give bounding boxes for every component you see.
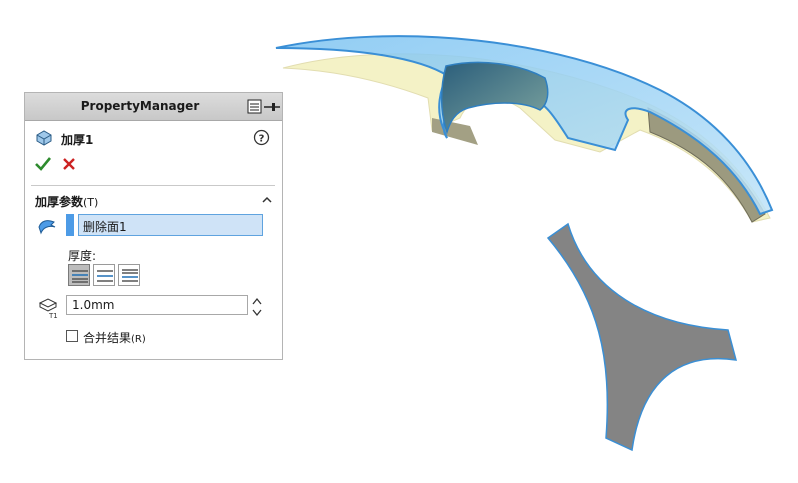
deleted-face-region [440, 61, 549, 135]
both-sides-icon [97, 270, 113, 282]
cancel-button[interactable] [60, 155, 78, 173]
merge-result-checkbox[interactable] [66, 330, 78, 342]
face-color-swatch [66, 214, 74, 236]
svg-text:?: ? [259, 134, 265, 145]
up-down-arrows-icon[interactable] [251, 295, 263, 319]
panel-titlebar: PropertyManager [25, 93, 282, 121]
feature-header: 加厚1 ? [35, 129, 275, 149]
chevron-up-icon[interactable] [261, 194, 273, 206]
merge-result-label: 合并结果(R) [83, 331, 146, 345]
face-list-item[interactable]: 删除面1 [83, 218, 127, 235]
thickened-surface-preview[interactable] [275, 35, 774, 223]
pin-icon[interactable] [247, 99, 281, 115]
thicken-inner-band [432, 118, 478, 145]
panel-title: PropertyManager [80, 99, 200, 113]
svg-text:T1: T1 [48, 312, 58, 319]
checkmark-icon [35, 157, 52, 171]
thicken-feature-icon [35, 129, 53, 147]
side-2-icon [122, 269, 138, 282]
property-manager-panel: PropertyManager 加厚1 ? 加厚参数(T) 删除面1 厚度: T… [24, 92, 283, 360]
x-icon [63, 158, 75, 170]
thickness-label: 厚度: [68, 249, 97, 263]
thickness-t1-icon: T1 [37, 297, 59, 320]
group-title: 加厚参数(T) [35, 195, 99, 209]
thicken-side-1-button[interactable] [68, 264, 90, 286]
feature-name: 加厚1 [61, 133, 94, 147]
thickness-input[interactable] [66, 295, 248, 315]
section-divider [31, 185, 275, 186]
deleted-face-body[interactable] [546, 222, 738, 452]
thicken-params-group-header[interactable]: 加厚参数(T) [35, 192, 275, 210]
help-icon[interactable]: ? [253, 129, 270, 146]
thicken-both-sides-button[interactable] [93, 264, 115, 286]
ok-button[interactable] [34, 155, 52, 173]
face-select-icon [37, 217, 57, 235]
faces-selection-box[interactable]: 删除面1 [78, 214, 263, 236]
side-1-icon [72, 270, 88, 283]
merge-result-option[interactable]: 合并结果(R) [66, 329, 206, 345]
thicken-side-2-button[interactable] [118, 264, 140, 286]
